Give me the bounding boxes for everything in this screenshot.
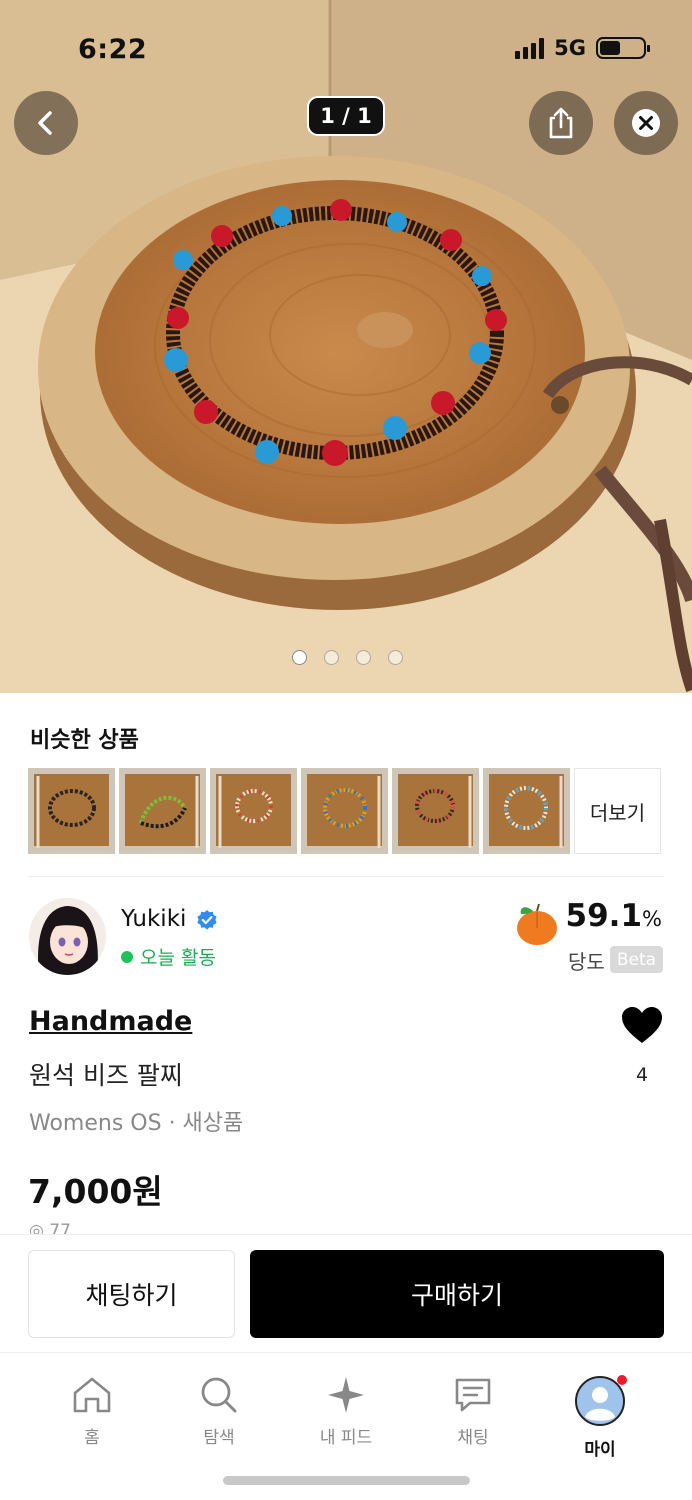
seller-activity-status: 오늘 활동 bbox=[121, 943, 216, 970]
similar-items-title: 비슷한 상품 bbox=[30, 728, 139, 753]
like-count: 4 bbox=[636, 1064, 649, 1086]
see-more-button[interactable]: 더보기 bbox=[574, 768, 661, 854]
similar-item-thumb[interactable] bbox=[119, 768, 206, 854]
profile-icon bbox=[575, 1375, 627, 1426]
peach-icon bbox=[517, 903, 557, 945]
tab-search[interactable]: 탐색 bbox=[164, 1375, 274, 1448]
network-label: 5G bbox=[554, 36, 586, 60]
status-time: 6:22 bbox=[78, 34, 148, 65]
product-title: 원석 비즈 팔찌 bbox=[29, 1061, 183, 1090]
online-dot-icon bbox=[121, 950, 133, 963]
verified-badge-icon bbox=[197, 910, 217, 930]
search-icon bbox=[201, 1377, 237, 1413]
product-price: 7,000원 bbox=[28, 1172, 163, 1211]
carousel-dot[interactable] bbox=[356, 650, 371, 665]
chat-icon bbox=[455, 1378, 491, 1412]
status-bar: 6:22 5G bbox=[0, 0, 692, 100]
manner-score: 59.1% bbox=[566, 898, 662, 934]
sparkle-icon bbox=[328, 1377, 364, 1413]
similar-items-strip: 더보기 bbox=[28, 768, 661, 854]
manner-score-value: 59.1 bbox=[565, 898, 643, 934]
signal-icon bbox=[515, 37, 545, 59]
tab-label: 채팅 bbox=[457, 1428, 489, 1448]
chevron-left-icon bbox=[38, 111, 52, 135]
tab-label: 홈 bbox=[84, 1428, 100, 1448]
brand-link[interactable]: Handmade bbox=[29, 1006, 192, 1037]
similar-item-thumb[interactable] bbox=[392, 768, 479, 854]
tab-label: 마이 bbox=[584, 1440, 616, 1460]
tab-label: 탐색 bbox=[203, 1428, 235, 1448]
product-meta: Womens OS · 새상품 bbox=[29, 1111, 244, 1136]
carousel-dots bbox=[292, 650, 403, 665]
product-image-carousel[interactable]: 6:22 5G 1 / 1 bbox=[0, 0, 692, 693]
seller-avatar-image bbox=[29, 898, 106, 975]
manner-score-unit: % bbox=[642, 907, 662, 931]
purchase-action-bar: 채팅하기 구매하기 bbox=[0, 1234, 692, 1352]
view-count: ◎ 77 bbox=[29, 1221, 71, 1235]
view-count-value: 77 bbox=[49, 1221, 71, 1235]
home-icon bbox=[73, 1377, 111, 1413]
heart-icon[interactable] bbox=[621, 1006, 663, 1044]
notification-dot-icon bbox=[617, 1375, 627, 1385]
carousel-dot[interactable] bbox=[292, 650, 307, 665]
share-icon bbox=[549, 107, 573, 139]
back-button[interactable] bbox=[14, 91, 78, 155]
similar-item-thumb[interactable] bbox=[28, 768, 115, 854]
image-counter: 1 / 1 bbox=[307, 96, 385, 136]
tab-my-feed[interactable]: 내 피드 bbox=[291, 1375, 401, 1448]
tab-chat[interactable]: 채팅 bbox=[418, 1375, 528, 1448]
close-icon bbox=[632, 109, 660, 137]
chat-button[interactable]: 채팅하기 bbox=[28, 1250, 235, 1338]
manner-score-label: 당도 bbox=[568, 950, 605, 974]
share-button[interactable] bbox=[529, 91, 593, 155]
carousel-dot[interactable] bbox=[324, 650, 339, 665]
close-button[interactable] bbox=[614, 91, 678, 155]
tab-my[interactable]: 마이 bbox=[545, 1375, 655, 1460]
similar-item-thumb[interactable] bbox=[483, 768, 570, 854]
divider bbox=[28, 876, 664, 877]
buy-button[interactable]: 구매하기 bbox=[250, 1250, 664, 1338]
home-indicator bbox=[223, 1476, 470, 1485]
similar-item-thumb[interactable] bbox=[301, 768, 388, 854]
similar-item-thumb[interactable] bbox=[210, 768, 297, 854]
status-indicators: 5G bbox=[515, 36, 650, 60]
seller-name[interactable]: Yukiki bbox=[121, 906, 186, 932]
seller-activity-label: 오늘 활동 bbox=[140, 947, 216, 969]
seller-avatar[interactable] bbox=[29, 898, 106, 975]
carousel-dot[interactable] bbox=[388, 650, 403, 665]
tab-home[interactable]: 홈 bbox=[37, 1375, 147, 1448]
beta-badge: Beta bbox=[610, 946, 663, 973]
battery-icon bbox=[596, 37, 650, 59]
tab-label: 내 피드 bbox=[319, 1428, 373, 1448]
